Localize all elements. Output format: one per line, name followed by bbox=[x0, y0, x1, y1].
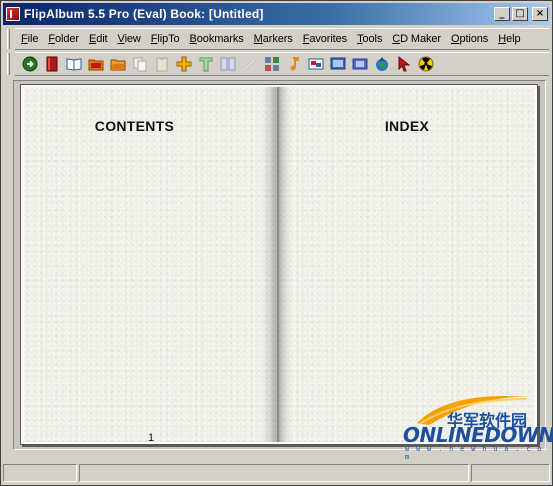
status-pane-2 bbox=[79, 464, 469, 482]
watermark-en: ONLINEDOWN bbox=[403, 423, 553, 447]
slideshow-icon[interactable] bbox=[306, 55, 325, 74]
link-icon[interactable] bbox=[240, 55, 259, 74]
menu-bookmarks[interactable]: Bookmarks bbox=[185, 33, 249, 45]
watermark-url: w w w . n e w h u a . c o m bbox=[405, 445, 543, 461]
menu-help[interactable]: Help bbox=[493, 33, 525, 45]
pointer-icon[interactable] bbox=[394, 55, 413, 74]
toolbar-grip[interactable] bbox=[7, 53, 10, 75]
app-window: FlipAlbum 5.5 Pro (Eval) Book: [Untitled… bbox=[0, 0, 553, 486]
close-button[interactable]: × bbox=[532, 7, 548, 21]
menu-view[interactable]: View bbox=[113, 33, 146, 45]
add-icon[interactable] bbox=[174, 55, 193, 74]
index-heading[interactable]: INDEX bbox=[279, 118, 535, 134]
menu-flipto[interactable]: FlipTo bbox=[146, 33, 185, 45]
minimize-button[interactable]: _ bbox=[494, 7, 510, 21]
folder-open-icon[interactable] bbox=[108, 55, 127, 74]
menu-favorites[interactable]: Favorites bbox=[298, 33, 352, 45]
copy-icon[interactable] bbox=[130, 55, 149, 74]
status-bar bbox=[3, 463, 550, 483]
red-book-icon[interactable] bbox=[42, 55, 61, 74]
go-icon[interactable] bbox=[20, 55, 39, 74]
status-pane-3 bbox=[471, 464, 550, 482]
globe-upload-icon[interactable] bbox=[372, 55, 391, 74]
screen-icon[interactable] bbox=[328, 55, 347, 74]
app-icon[interactable] bbox=[6, 7, 20, 21]
radiation-icon[interactable] bbox=[416, 55, 435, 74]
title-bar[interactable]: FlipAlbum 5.5 Pro (Eval) Book: [Untitled… bbox=[3, 3, 550, 25]
pages-icon[interactable] bbox=[218, 55, 237, 74]
window-title: FlipAlbum 5.5 Pro (Eval) Book: [Untitled… bbox=[24, 7, 264, 21]
open-book-icon[interactable] bbox=[64, 55, 83, 74]
menu-bar: File Folder Edit View FlipTo Bookmarks M… bbox=[15, 28, 549, 50]
menu-cd-maker[interactable]: CD Maker bbox=[387, 33, 446, 45]
status-pane-1 bbox=[3, 464, 77, 482]
contents-heading[interactable]: CONTENTS bbox=[23, 118, 276, 134]
text-icon[interactable] bbox=[196, 55, 215, 74]
menu-folder[interactable]: Folder bbox=[43, 33, 84, 45]
music-icon[interactable] bbox=[284, 55, 303, 74]
maximize-button[interactable]: □ bbox=[512, 7, 528, 21]
grid-icon[interactable] bbox=[262, 55, 281, 74]
left-page[interactable]: CONTENTS 1 bbox=[23, 87, 277, 444]
menubar-grip[interactable] bbox=[7, 29, 10, 49]
page-number: 1 bbox=[148, 432, 155, 444]
menu-markers[interactable]: Markers bbox=[249, 33, 298, 45]
folder-icon[interactable] bbox=[86, 55, 105, 74]
toolbar bbox=[15, 52, 549, 76]
menu-options[interactable]: Options bbox=[446, 33, 493, 45]
watermark-logo: 华军软件园 ONLINEDOWN w w w . n e w h u a . c… bbox=[399, 387, 553, 461]
menu-file[interactable]: File bbox=[15, 33, 43, 45]
filmstrip-icon[interactable] bbox=[350, 55, 369, 74]
menu-edit[interactable]: Edit bbox=[84, 33, 113, 45]
paste-icon[interactable] bbox=[152, 55, 171, 74]
menu-tools[interactable]: Tools bbox=[352, 33, 387, 45]
